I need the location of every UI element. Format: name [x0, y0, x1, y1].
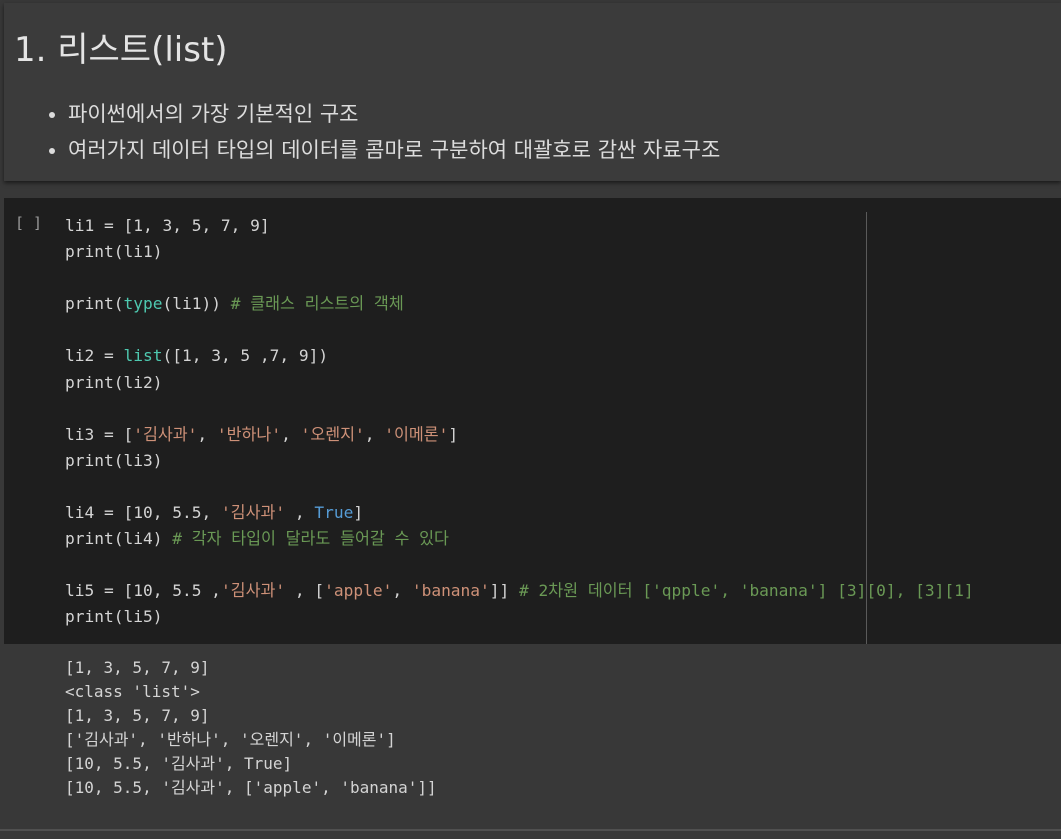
bullet-item: 파이썬에서의 가장 기본적인 구조 — [68, 96, 720, 132]
code-token-string: 'apple' — [324, 581, 393, 601]
code-token-comment: # 클래스 리스트의 객체 — [230, 294, 404, 314]
code-line: print(type(li1)) # 클래스 리스트의 객체 — [65, 291, 974, 317]
code-token-plain: , — [285, 503, 315, 523]
code-token-plain: li1 = [1, 3, 5, 7, 9] — [65, 216, 270, 235]
code-line: print(li4) # 각자 타입이 달라도 들어갈 수 있다 — [65, 526, 974, 552]
code-token-plain: li3 = [ — [65, 424, 134, 444]
code-token-plain: print( — [65, 294, 124, 314]
code-token-plain: , — [392, 581, 412, 601]
code-line: li4 = [10, 5.5, '김사과' , True] — [65, 500, 974, 526]
code-token-plain: ]] — [489, 581, 520, 601]
bullet-list: 파이썬에서의 가장 기본적인 구조 여러가지 데이터 타입의 데이터를 콤마로 … — [44, 96, 720, 168]
output-line: [10, 5.5, '김사과', ['apple', 'banana']] — [65, 778, 437, 797]
code-line: li2 = list([1, 3, 5 ,7, 9]) — [65, 343, 974, 369]
code-token-plain: print(li2) — [65, 372, 163, 392]
bullet-item: 여러가지 데이터 타입의 데이터를 콤마로 구분하여 대괄호로 감싼 자료구조 — [68, 132, 720, 168]
code-line: li1 = [1, 3, 5, 7, 9] — [65, 213, 974, 239]
code-token-string: '이메론' — [384, 424, 449, 444]
code-token-string: 'banana' — [411, 581, 490, 601]
code-token-plain: print(li1) — [65, 242, 163, 262]
code-token-builtin: type — [123, 294, 163, 314]
code-token-plain: (li1)) — [162, 294, 231, 314]
output-line: [1, 3, 5, 7, 9] — [65, 706, 210, 725]
code-line: print(li3) — [65, 448, 974, 474]
code-line: print(li1) — [65, 239, 974, 265]
code-token-plain: , [ — [285, 581, 325, 601]
code-token-plain: print(li4) — [65, 529, 173, 549]
line-length-ruler — [866, 212, 867, 644]
code-token-plain: print(li3) — [65, 450, 163, 470]
code-token-plain: li5 = [10, 5.5 , — [65, 581, 221, 601]
cell-divider — [0, 829, 1061, 831]
code-token-comment: # 각자 타입이 달라도 들어갈 수 있다 — [172, 529, 449, 549]
code-token-keyword: True — [314, 503, 354, 523]
code-token-string: '반하나' — [216, 424, 282, 444]
code-token-comment: # 2차원 데이터 ['qpple', 'banana'] [3][0], [3… — [519, 581, 974, 601]
code-token-string: '김사과' — [133, 424, 198, 444]
code-token-plain: , — [197, 424, 217, 444]
code-token-plain: ([1, 3, 5 ,7, 9]) — [162, 346, 329, 366]
output-line: ['김사과', '반하나', '오렌지', '이메론'] — [65, 730, 396, 749]
output-line: [1, 3, 5, 7, 9] — [65, 658, 210, 677]
code-token-plain: , — [364, 424, 385, 444]
output-line: <class 'list'> — [65, 682, 200, 701]
code-token-plain: li4 = [10, 5.5, — [65, 503, 221, 523]
code-editor[interactable]: li1 = [1, 3, 5, 7, 9] print(li1) print(ty… — [65, 213, 974, 631]
markdown-cell[interactable]: 1. 리스트(list) 파이썬에서의 가장 기본적인 구조 여러가지 데이터 … — [4, 3, 1061, 181]
code-token-plain: , — [281, 424, 301, 444]
notebook-page: 1. 리스트(list) 파이썬에서의 가장 기본적인 구조 여러가지 데이터 … — [0, 0, 1061, 839]
code-line: print(li2) — [65, 370, 974, 396]
code-token-string: '오렌지' — [300, 424, 365, 444]
cell-heading: 1. 리스트(list) — [14, 30, 228, 70]
code-token-builtin: list — [123, 346, 163, 366]
code-cell[interactable]: [ ] li1 = [1, 3, 5, 7, 9] print(li1) prin… — [4, 198, 1061, 644]
output-line: [10, 5.5, '김사과', True] — [65, 754, 293, 773]
code-line: li5 = [10, 5.5 ,'김사과' , ['apple', 'banan… — [65, 578, 974, 604]
run-cell-button[interactable]: [ ] — [15, 213, 42, 233]
code-token-string: '김사과' — [220, 581, 286, 601]
code-line: print(li5) — [65, 604, 974, 630]
code-token-plain: ] — [353, 503, 364, 523]
code-token-plain: li2 = — [65, 346, 124, 366]
cell-output: [1, 3, 5, 7, 9] <class 'list'> [1, 3, 5, 7… — [65, 656, 437, 800]
code-token-plain: print(li5) — [65, 607, 163, 627]
code-token-string: '김사과' — [220, 503, 286, 523]
code-token-plain: ] — [448, 424, 459, 444]
code-line: li3 = ['김사과', '반하나', '오렌지', '이메론'] — [65, 422, 974, 448]
